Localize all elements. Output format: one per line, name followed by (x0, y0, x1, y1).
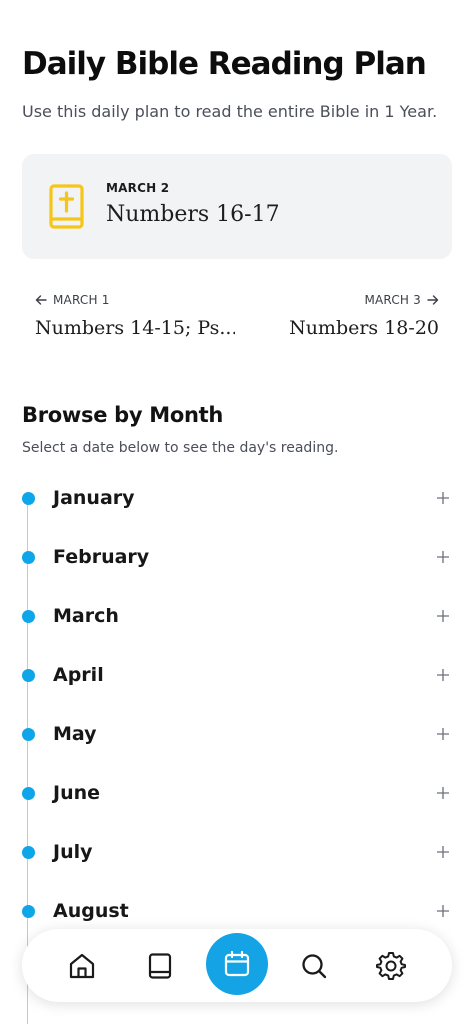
timeline-dot (22, 905, 35, 918)
plus-icon[interactable] (436, 491, 450, 505)
previous-day-reference: Numbers 14-15; Ps... (35, 317, 235, 339)
home-icon (69, 953, 95, 979)
timeline-dot (22, 728, 35, 741)
arrow-left-icon (35, 295, 47, 305)
browse-title: Browse by Month (22, 403, 224, 427)
month-row-april[interactable]: April (0, 656, 473, 696)
month-row-march[interactable]: March (0, 597, 473, 637)
nav-bible-button[interactable] (137, 943, 183, 989)
plus-icon[interactable] (436, 727, 450, 741)
plus-icon[interactable] (436, 609, 450, 623)
month-row-february[interactable]: February (0, 538, 473, 578)
month-label: June (53, 782, 101, 804)
month-row-august[interactable]: August (0, 892, 473, 932)
month-label: April (53, 664, 104, 686)
timeline-dot (22, 846, 35, 859)
month-label: March (53, 605, 119, 627)
month-label: January (53, 487, 135, 509)
book-icon (148, 953, 172, 979)
plus-icon[interactable] (436, 845, 450, 859)
next-day-reference: Numbers 18-20 (289, 317, 439, 339)
browse-subtitle: Select a date below to see the day's rea… (22, 440, 339, 456)
plus-icon[interactable] (436, 904, 450, 918)
month-row-june[interactable]: June (0, 774, 473, 814)
timeline-dot (22, 610, 35, 623)
search-icon (302, 954, 327, 979)
nav-search-button[interactable] (291, 943, 337, 989)
nav-home-button[interactable] (59, 943, 105, 989)
bottom-navigation (22, 929, 452, 1002)
month-row-january[interactable]: January (0, 479, 473, 519)
arrow-right-icon (427, 295, 439, 305)
plus-icon[interactable] (436, 550, 450, 564)
timeline-dot (22, 669, 35, 682)
month-label: May (53, 723, 97, 745)
today-reading-card[interactable]: MARCH 2 Numbers 16-17 (22, 154, 452, 259)
month-label: August (53, 900, 129, 922)
today-date: MARCH 2 (106, 181, 170, 195)
nav-settings-button[interactable] (368, 943, 414, 989)
calendar-icon (224, 950, 250, 977)
next-day-date: MARCH 3 (364, 293, 421, 307)
month-row-july[interactable]: July (0, 833, 473, 873)
timeline-dot (22, 551, 35, 564)
previous-day-date: MARCH 1 (53, 293, 110, 307)
page-subtitle: Use this daily plan to read the entire B… (22, 102, 438, 121)
settings-icon (376, 952, 406, 980)
timeline-dot (22, 787, 35, 800)
reading-plan-screen: Daily Bible Reading Plan Use this daily … (0, 0, 473, 1024)
month-row-may[interactable]: May (0, 715, 473, 755)
plus-icon[interactable] (436, 786, 450, 800)
bible-icon (49, 184, 84, 229)
plus-icon[interactable] (436, 668, 450, 682)
previous-day-link[interactable]: MARCH 1 Numbers 14-15; Ps... (35, 292, 235, 339)
month-label: July (53, 841, 93, 863)
month-label: February (53, 546, 150, 568)
today-reference: Numbers 16-17 (106, 202, 280, 227)
next-day-link[interactable]: MARCH 3 Numbers 18-20 (239, 292, 439, 339)
nav-plan-button[interactable] (206, 933, 268, 995)
page-title: Daily Bible Reading Plan (22, 46, 427, 82)
timeline-dot (22, 492, 35, 505)
